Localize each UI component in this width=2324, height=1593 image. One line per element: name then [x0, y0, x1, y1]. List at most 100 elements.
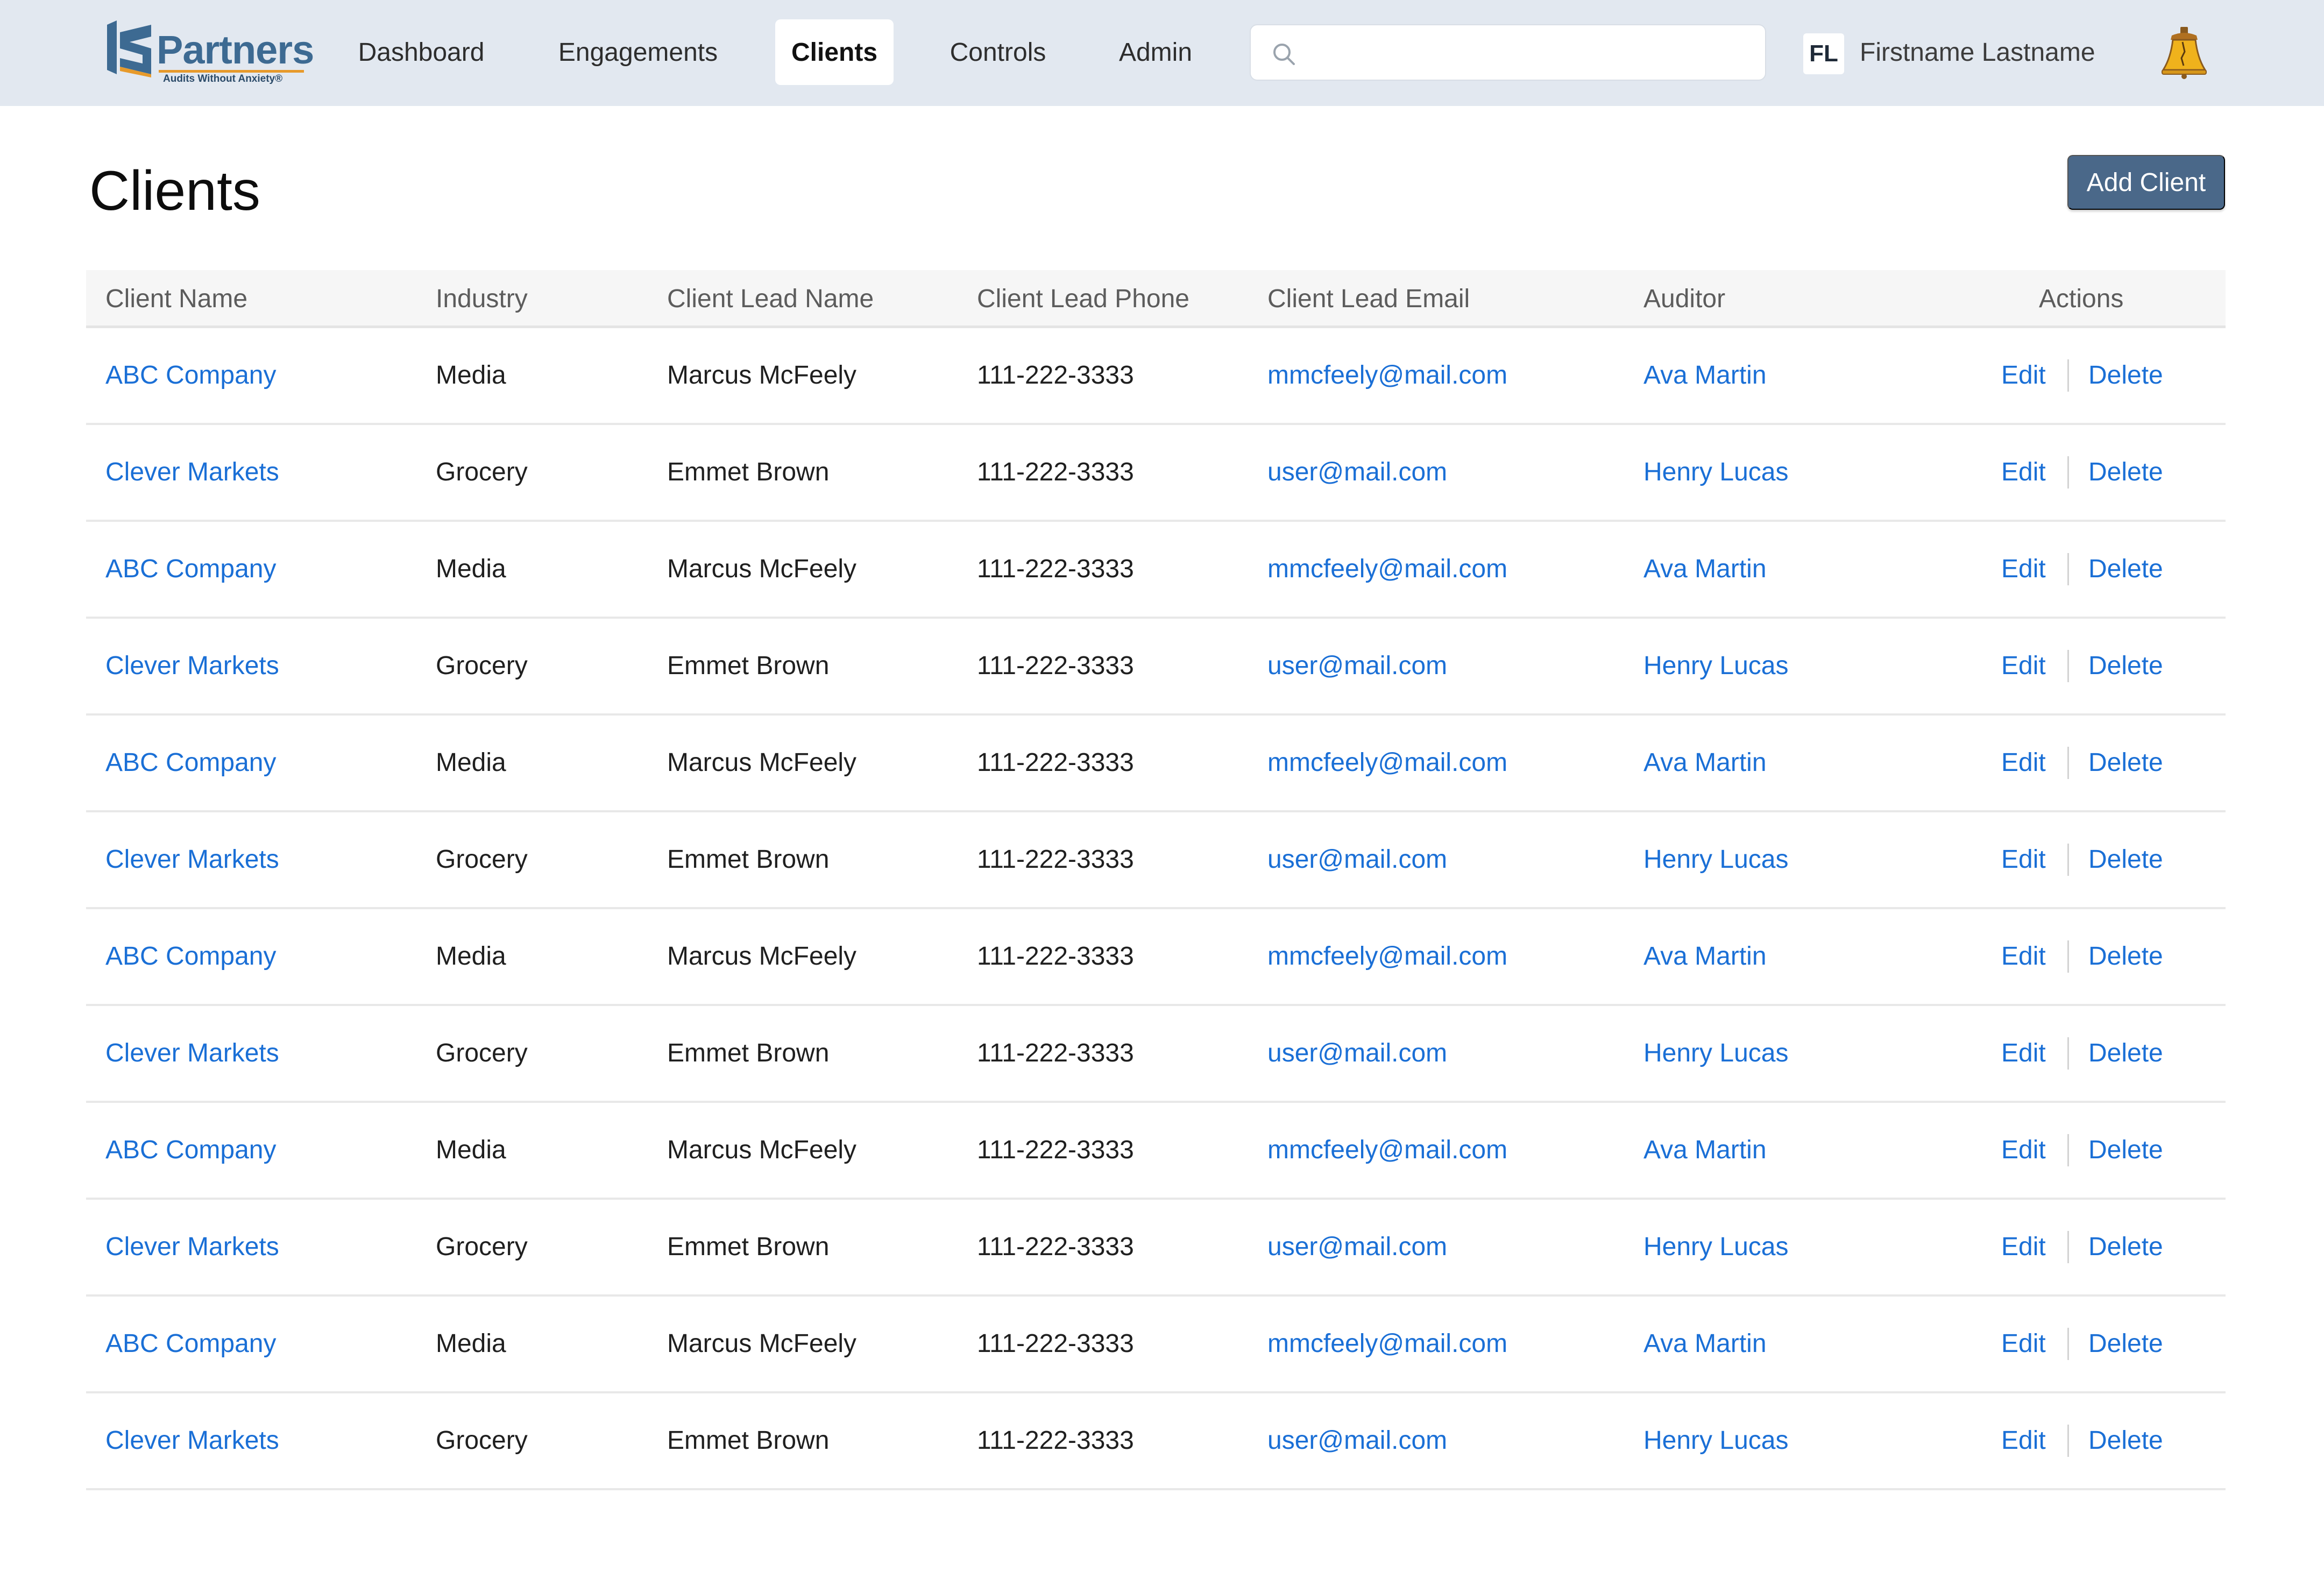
industry-cell: Grocery [436, 845, 528, 874]
client-name-link[interactable]: Clever Markets [105, 1426, 279, 1455]
delete-link[interactable]: Delete [2088, 651, 2163, 681]
client-lead-email-link[interactable]: mmcfeely@mail.com [1267, 1329, 1507, 1358]
delete-link[interactable]: Delete [2088, 1135, 2163, 1165]
action-divider [2067, 1037, 2069, 1070]
edit-link[interactable]: Edit [2001, 748, 2046, 777]
action-divider [2067, 1425, 2069, 1457]
delete-link[interactable]: Delete [2088, 457, 2163, 487]
col-header-industry[interactable]: Industry [436, 284, 528, 314]
col-header-client-lead-phone[interactable]: Client Lead Phone [977, 284, 1189, 314]
edit-link[interactable]: Edit [2001, 845, 2046, 874]
client-lead-email-link[interactable]: mmcfeely@mail.com [1267, 360, 1507, 390]
client-lead-email-link[interactable]: user@mail.com [1267, 845, 1447, 874]
col-header-auditor[interactable]: Auditor [1643, 284, 1725, 314]
delete-link[interactable]: Delete [2088, 845, 2163, 874]
auditor-link[interactable]: Ava Martin [1643, 941, 1767, 971]
client-lead-email-link[interactable]: user@mail.com [1267, 1038, 1447, 1068]
delete-link[interactable]: Delete [2088, 1038, 2163, 1068]
edit-link[interactable]: Edit [2001, 1232, 2046, 1262]
table-row: Clever Markets Grocery Emmet Brown 111-222-… [86, 812, 2226, 909]
auditor-link[interactable]: Ava Martin [1643, 554, 1767, 584]
industry-cell: Grocery [436, 458, 528, 486]
liberty-bell-icon[interactable] [2160, 26, 2208, 80]
client-name-link[interactable]: ABC Company [105, 941, 276, 971]
client-lead-email-link[interactable]: user@mail.com [1267, 1426, 1447, 1455]
client-lead-phone-cell: 111-222-3333 [977, 1039, 1134, 1067]
brand-tagline: Audits Without Anxiety® [163, 73, 283, 84]
col-header-client-lead-email[interactable]: Client Lead Email [1267, 284, 1470, 314]
client-lead-email-link[interactable]: mmcfeely@mail.com [1267, 1135, 1507, 1165]
nav-controls[interactable]: Controls [933, 19, 1062, 85]
client-name-link[interactable]: Clever Markets [105, 845, 279, 874]
client-lead-name-cell: Marcus McFeely [667, 1329, 857, 1358]
table-row: Clever Markets Grocery Emmet Brown 111-222-… [86, 1393, 2226, 1490]
client-lead-phone-cell: 111-222-3333 [977, 748, 1134, 777]
delete-link[interactable]: Delete [2088, 1329, 2163, 1358]
edit-link[interactable]: Edit [2001, 1329, 2046, 1358]
table-row: ABC Company Media Marcus McFeely 111-222-33… [86, 522, 2226, 619]
client-name-link[interactable]: ABC Company [105, 748, 276, 777]
auditor-link[interactable]: Henry Lucas [1643, 457, 1788, 487]
auditor-link[interactable]: Henry Lucas [1643, 845, 1788, 874]
delete-link[interactable]: Delete [2088, 941, 2163, 971]
auditor-link[interactable]: Ava Martin [1643, 1135, 1767, 1165]
delete-link[interactable]: Delete [2088, 360, 2163, 390]
nav-clients[interactable]: Clients [775, 19, 894, 85]
client-name-link[interactable]: ABC Company [105, 1135, 276, 1165]
client-name-link[interactable]: Clever Markets [105, 457, 279, 487]
col-header-client-name[interactable]: Client Name [105, 284, 247, 314]
top-navigation-bar: Partners Audits Without Anxiety® Dashboa… [0, 0, 2324, 106]
partners-logo[interactable]: Partners Audits Without Anxiety® [105, 20, 314, 85]
client-name-link[interactable]: Clever Markets [105, 1038, 279, 1068]
client-lead-email-link[interactable]: mmcfeely@mail.com [1267, 748, 1507, 777]
edit-link[interactable]: Edit [2001, 1426, 2046, 1455]
edit-link[interactable]: Edit [2001, 360, 2046, 390]
auditor-link[interactable]: Henry Lucas [1643, 1426, 1788, 1455]
nav-engagements[interactable]: Engagements [545, 19, 731, 85]
edit-link[interactable]: Edit [2001, 554, 2046, 584]
delete-link[interactable]: Delete [2088, 554, 2163, 584]
action-divider [2067, 456, 2069, 488]
client-lead-email-link[interactable]: user@mail.com [1267, 651, 1447, 681]
client-lead-email-link[interactable]: mmcfeely@mail.com [1267, 554, 1507, 584]
auditor-link[interactable]: Ava Martin [1643, 360, 1767, 390]
delete-link[interactable]: Delete [2088, 748, 2163, 777]
client-name-link[interactable]: ABC Company [105, 554, 276, 584]
client-name-link[interactable]: Clever Markets [105, 651, 279, 681]
client-lead-phone-cell: 111-222-3333 [977, 1136, 1134, 1164]
edit-link[interactable]: Edit [2001, 941, 2046, 971]
delete-link[interactable]: Delete [2088, 1426, 2163, 1455]
client-name-link[interactable]: ABC Company [105, 1329, 276, 1358]
delete-link[interactable]: Delete [2088, 1232, 2163, 1262]
nav-admin[interactable]: Admin [1107, 19, 1204, 85]
edit-link[interactable]: Edit [2001, 651, 2046, 681]
industry-cell: Grocery [436, 1039, 528, 1067]
col-header-client-lead-name[interactable]: Client Lead Name [667, 284, 874, 314]
client-lead-phone-cell: 111-222-3333 [977, 1329, 1134, 1358]
auditor-link[interactable]: Henry Lucas [1643, 1038, 1788, 1068]
client-lead-email-link[interactable]: user@mail.com [1267, 457, 1447, 487]
client-name-link[interactable]: Clever Markets [105, 1232, 279, 1262]
action-divider [2067, 1231, 2069, 1263]
client-lead-phone-cell: 111-222-3333 [977, 1426, 1134, 1455]
user-name[interactable]: Firstname Lastname [1860, 38, 2095, 67]
auditor-link[interactable]: Henry Lucas [1643, 651, 1788, 681]
nav-dashboard[interactable]: Dashboard [341, 19, 502, 85]
search-box[interactable] [1250, 24, 1766, 81]
table-body: ABC Company Media Marcus McFeely 111-222-33… [86, 328, 2226, 1490]
action-divider [2067, 650, 2069, 682]
table-row: Clever Markets Grocery Emmet Brown 111-222-… [86, 1006, 2226, 1103]
client-lead-name-cell: Emmet Brown [667, 458, 830, 486]
edit-link[interactable]: Edit [2001, 1038, 2046, 1068]
edit-link[interactable]: Edit [2001, 1135, 2046, 1165]
user-avatar[interactable]: FL [1803, 33, 1844, 74]
auditor-link[interactable]: Ava Martin [1643, 1329, 1767, 1358]
client-lead-email-link[interactable]: mmcfeely@mail.com [1267, 941, 1507, 971]
add-client-button[interactable]: Add Client [2067, 155, 2225, 210]
auditor-link[interactable]: Ava Martin [1643, 748, 1767, 777]
edit-link[interactable]: Edit [2001, 457, 2046, 487]
auditor-link[interactable]: Henry Lucas [1643, 1232, 1788, 1262]
client-lead-email-link[interactable]: user@mail.com [1267, 1232, 1447, 1262]
client-name-link[interactable]: ABC Company [105, 360, 276, 390]
search-input[interactable] [1310, 31, 1751, 74]
